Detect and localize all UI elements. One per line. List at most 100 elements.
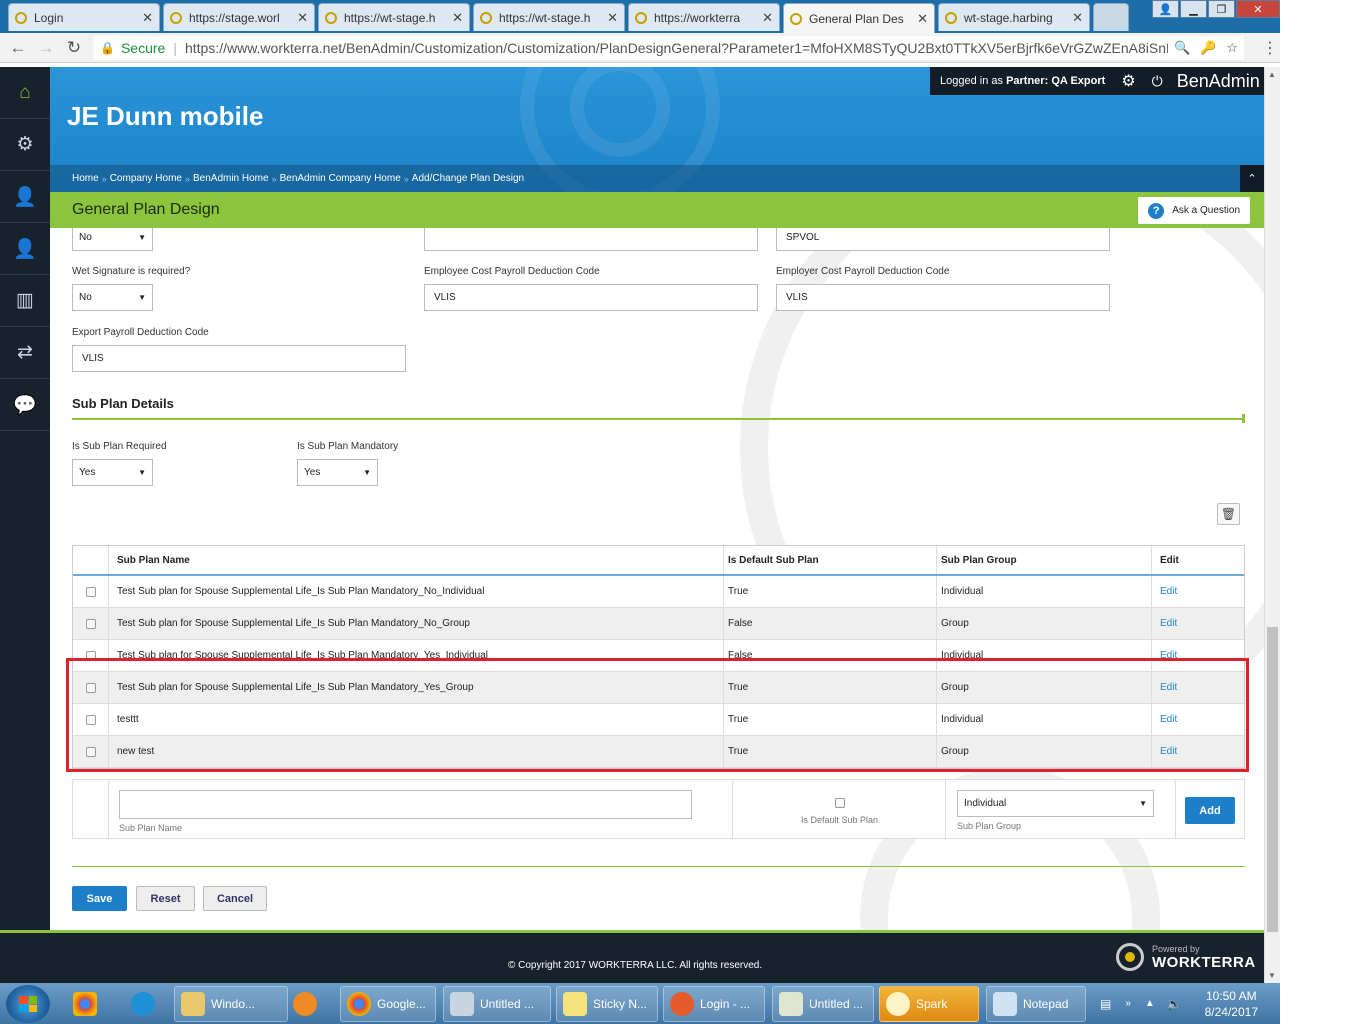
save-button[interactable]: Save — [72, 886, 127, 911]
wet-signature-label: Wet Signature is required? — [72, 266, 191, 277]
sub-plan-required-select[interactable]: Yes ▼ — [72, 459, 153, 486]
minimize-button[interactable]: ▁ — [1180, 0, 1207, 18]
explorer-icon — [181, 992, 205, 1016]
column-header-group[interactable]: Sub Plan Group — [937, 546, 1152, 574]
settings-gears-icon[interactable]: ⚙ — [0, 119, 50, 171]
close-tab-icon[interactable]: ✕ — [762, 10, 773, 26]
url-separator: | — [173, 39, 177, 56]
close-tab-icon[interactable]: ✕ — [452, 10, 463, 26]
edit-link[interactable]: Edit — [1160, 618, 1177, 629]
close-tab-icon[interactable]: ✕ — [297, 10, 308, 26]
browser-tab[interactable]: https://wt-stage.h ✕ — [473, 3, 625, 31]
taskbar-item[interactable]: Sticky N... — [556, 986, 658, 1022]
close-tab-icon[interactable]: ✕ — [917, 11, 928, 27]
breadcrumb-link[interactable]: BenAdmin Home — [193, 173, 269, 184]
notepad-icon — [993, 992, 1017, 1016]
tray-arrow-icon[interactable]: ▲ — [1145, 998, 1155, 1009]
media-player-icon[interactable] — [280, 986, 330, 1022]
browser-tab[interactable]: https://stage.worl ✕ — [163, 3, 315, 31]
top-right-text-field[interactable]: SPVOL — [776, 228, 1110, 251]
breadcrumb-link[interactable]: BenAdmin Company Home — [280, 173, 401, 184]
taskbar-item[interactable]: Windo... — [174, 986, 288, 1022]
extension-icon[interactable]: 🔑 — [1200, 40, 1216, 56]
windows-taskbar: Windo... Google... Untitled ... Sticky N… — [0, 983, 1280, 1024]
scroll-down-icon[interactable]: ▼ — [1268, 971, 1276, 980]
close-tab-icon[interactable]: ✕ — [142, 10, 153, 26]
chrome-pinned-icon[interactable] — [60, 986, 110, 1022]
tray-expand-icon[interactable]: » — [1125, 998, 1131, 1009]
browser-tab-active[interactable]: General Plan Des ✕ — [783, 3, 935, 33]
browser-tab[interactable]: https://wt-stage.h ✕ — [318, 3, 470, 31]
collapse-header-icon[interactable]: ⌃ — [1240, 165, 1264, 192]
start-button[interactable] — [6, 985, 50, 1023]
url-text[interactable]: https://www.workterra.net/BenAdmin/Custo… — [185, 40, 1168, 56]
taskbar-item[interactable]: Notepad — [986, 986, 1086, 1022]
user-icon[interactable]: 👤 — [0, 223, 50, 275]
scrollbar-thumb[interactable] — [1267, 627, 1278, 932]
row-checkbox[interactable] — [85, 586, 96, 597]
page-scrollbar[interactable]: ▲ ▼ — [1264, 67, 1280, 983]
back-arrow-icon[interactable]: ← — [4, 38, 32, 58]
browser-tab[interactable]: Login ✕ — [8, 3, 160, 31]
add-button[interactable]: Add — [1185, 797, 1235, 824]
breadcrumb-link[interactable]: Company Home — [110, 173, 182, 184]
column-divider — [945, 780, 946, 838]
speaker-icon[interactable]: 🔈 — [1167, 997, 1182, 1011]
column-header-default[interactable]: Is Default Sub Plan — [724, 546, 937, 574]
edit-link[interactable]: Edit — [1160, 586, 1177, 597]
cancel-button[interactable]: Cancel — [203, 886, 267, 911]
sub-plan-name-input[interactable] — [119, 790, 692, 819]
taskbar-item[interactable]: Login - ... — [663, 986, 765, 1022]
employer-code-field[interactable]: VLIS — [776, 284, 1110, 311]
ask-question-button[interactable]: ? Ask a Question — [1138, 197, 1250, 224]
gear-icon[interactable]: ⚙ — [1121, 71, 1135, 91]
top-text-field[interactable] — [424, 228, 758, 251]
employee-code-field[interactable]: VLIS — [424, 284, 758, 311]
close-tab-icon[interactable]: ✕ — [1072, 10, 1083, 26]
taskbar-item[interactable]: Untitled ... — [772, 986, 874, 1022]
browser-menu-icon[interactable]: ⋮ — [1262, 38, 1278, 58]
export-code-field[interactable]: VLIS — [72, 345, 406, 372]
bookmark-star-icon[interactable]: ☆ — [1226, 40, 1238, 56]
new-tab-button[interactable] — [1093, 3, 1129, 31]
column-divider — [108, 780, 109, 838]
close-tab-icon[interactable]: ✕ — [607, 10, 618, 26]
select-column-header — [73, 546, 109, 574]
browser-tab[interactable]: https://workterra ✕ — [628, 3, 780, 31]
column-header-name[interactable]: Sub Plan Name — [109, 546, 724, 574]
power-icon[interactable]: ⏻ — [1152, 73, 1163, 90]
reload-icon[interactable]: ↻ — [60, 38, 88, 58]
chat-icon[interactable]: 💬 — [0, 379, 50, 431]
taskbar-item[interactable]: Untitled ... — [443, 986, 551, 1022]
is-default-hint: Is Default Sub Plan — [801, 815, 879, 825]
taskbar-item-spark[interactable]: Spark — [879, 986, 979, 1022]
url-field[interactable]: 🔒 Secure | https://www.workterra.net/Ben… — [94, 35, 1244, 60]
maximize-button[interactable]: ❐ — [1208, 0, 1235, 18]
transfer-arrows-icon[interactable]: ⇄ — [0, 327, 50, 379]
taskbar-item[interactable]: Google... — [340, 986, 436, 1022]
ie-pinned-icon[interactable] — [118, 986, 168, 1022]
forward-arrow-icon[interactable]: → — [32, 38, 60, 58]
clock[interactable]: 10:50 AM 8/24/2017 — [1205, 988, 1258, 1020]
bottom-divider — [72, 866, 1245, 867]
address-bar: ← → ↻ 🔒 Secure | https://www.workterra.n… — [0, 33, 1280, 63]
top-select[interactable]: No ▼ — [72, 228, 153, 251]
wet-signature-select[interactable]: No ▼ — [72, 284, 153, 311]
delete-trash-icon[interactable]: 🗑 — [1217, 503, 1240, 525]
zoom-icon[interactable]: 🔍 — [1174, 40, 1190, 56]
user-settings-icon[interactable]: 👤 — [0, 171, 50, 223]
sub-plan-mandatory-select[interactable]: Yes ▼ — [297, 459, 378, 486]
add-sub-plan-row: Sub Plan Name Is Default Sub Plan Indivi… — [72, 779, 1245, 839]
window-close-button[interactable]: ✕ — [1236, 0, 1280, 18]
user-icon[interactable]: 👤 — [1152, 0, 1179, 18]
home-icon[interactable]: ⌂ — [0, 67, 50, 119]
reports-chart-icon[interactable]: ▥ — [0, 275, 50, 327]
row-checkbox[interactable] — [85, 618, 96, 629]
network-icon[interactable]: ▤ — [1100, 997, 1111, 1011]
reset-button[interactable]: Reset — [136, 886, 195, 911]
breadcrumb-link[interactable]: Home — [72, 173, 99, 184]
sub-plan-group-select[interactable]: Individual ▼ — [957, 790, 1154, 817]
is-default-checkbox[interactable] — [835, 798, 845, 808]
scroll-up-icon[interactable]: ▲ — [1268, 70, 1276, 79]
browser-tab[interactable]: wt-stage.harbing ✕ — [938, 3, 1090, 31]
